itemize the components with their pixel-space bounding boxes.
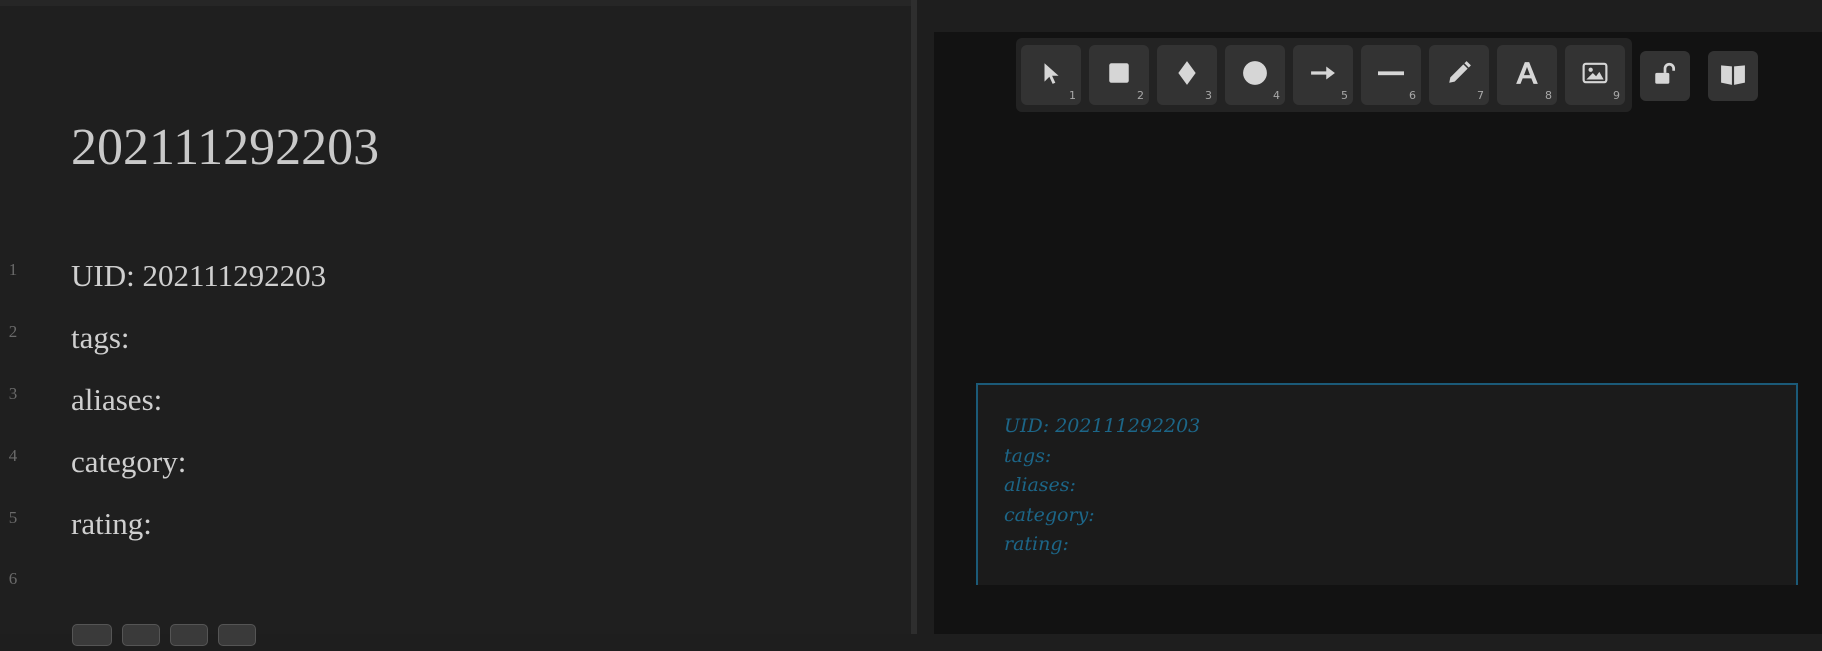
tool-shortcut: 1 xyxy=(1069,89,1076,102)
line-text[interactable]: category: xyxy=(71,444,186,480)
embed-line-uid: UID: 202111292203 xyxy=(1004,415,1201,437)
embed-line-rating: rating: xyxy=(1004,533,1069,555)
editor-bottom-toolbar xyxy=(72,624,262,646)
embed-line-category: category: xyxy=(1004,504,1095,526)
circle-icon xyxy=(1242,60,1268,91)
tool-shortcut: 3 xyxy=(1205,89,1212,102)
square-icon xyxy=(1106,60,1132,91)
editor-line-2[interactable]: 2 tags: xyxy=(0,320,900,362)
book-icon xyxy=(1720,61,1746,92)
bottom-button-1[interactable] xyxy=(72,624,112,646)
tool-shortcut: 7 xyxy=(1477,89,1484,102)
embed-line-aliases: aliases: xyxy=(1004,474,1076,496)
tool-shortcut: 9 xyxy=(1613,89,1620,102)
line-text[interactable]: aliases: xyxy=(71,382,162,418)
line-number: 3 xyxy=(8,384,18,403)
tool-text[interactable]: 8 xyxy=(1497,45,1557,105)
embed-line-tags: tags: xyxy=(1004,445,1052,467)
tool-draw[interactable]: 7 xyxy=(1429,45,1489,105)
tool-shortcut: 8 xyxy=(1545,89,1552,102)
editor-line-5[interactable]: 5 rating: xyxy=(0,506,900,548)
line-number: 4 xyxy=(8,446,18,465)
markdown-editor-pane[interactable]: 202111292203 1 UID: 202111292203 2 tags:… xyxy=(0,0,912,646)
image-icon xyxy=(1582,60,1608,91)
arrow-icon xyxy=(1310,60,1336,91)
editor-line-3[interactable]: 3 aliases: xyxy=(0,382,900,424)
embedded-note-frame[interactable] xyxy=(976,383,1798,585)
line-number: 5 xyxy=(8,508,18,527)
line-icon xyxy=(1378,60,1404,91)
line-text[interactable]: tags: xyxy=(71,320,130,356)
tool-image[interactable]: 9 xyxy=(1565,45,1625,105)
library-button[interactable] xyxy=(1708,51,1758,101)
tool-rectangle[interactable]: 2 xyxy=(1089,45,1149,105)
bottom-button-3[interactable] xyxy=(170,624,208,646)
line-number: 6 xyxy=(8,569,18,588)
line-text[interactable]: rating: xyxy=(71,506,152,542)
tool-ellipse[interactable]: 4 xyxy=(1225,45,1285,105)
tool-selection[interactable]: 1 xyxy=(1021,45,1081,105)
line-number: 1 xyxy=(8,260,18,279)
editor-line-6[interactable]: 6 xyxy=(0,569,900,609)
pencil-icon xyxy=(1446,60,1472,91)
tool-shortcut: 6 xyxy=(1409,89,1416,102)
pointer-icon xyxy=(1038,60,1064,91)
tool-arrow[interactable]: 5 xyxy=(1293,45,1353,105)
tool-shortcut: 5 xyxy=(1341,89,1348,102)
tool-diamond[interactable]: 3 xyxy=(1157,45,1217,105)
editor-top-border xyxy=(0,0,912,6)
lock-button[interactable] xyxy=(1640,51,1690,101)
text-icon xyxy=(1514,60,1540,91)
editor-line-4[interactable]: 4 category: xyxy=(0,444,900,486)
bottom-button-2[interactable] xyxy=(122,624,160,646)
tool-line[interactable]: 6 xyxy=(1361,45,1421,105)
tool-shortcut: 4 xyxy=(1273,89,1280,102)
bottom-button-4[interactable] xyxy=(218,624,256,646)
line-text[interactable]: UID: 202111292203 xyxy=(71,258,326,294)
unlock-icon xyxy=(1652,61,1678,92)
line-number: 2 xyxy=(8,322,18,341)
page-title[interactable]: 202111292203 xyxy=(71,114,379,182)
editor-line-1[interactable]: 1 UID: 202111292203 xyxy=(0,258,900,300)
shape-toolbar: 1 2 3 4 5 6 7 8 9 xyxy=(1016,38,1632,112)
tool-shortcut: 2 xyxy=(1137,89,1144,102)
diamond-icon xyxy=(1174,60,1200,91)
